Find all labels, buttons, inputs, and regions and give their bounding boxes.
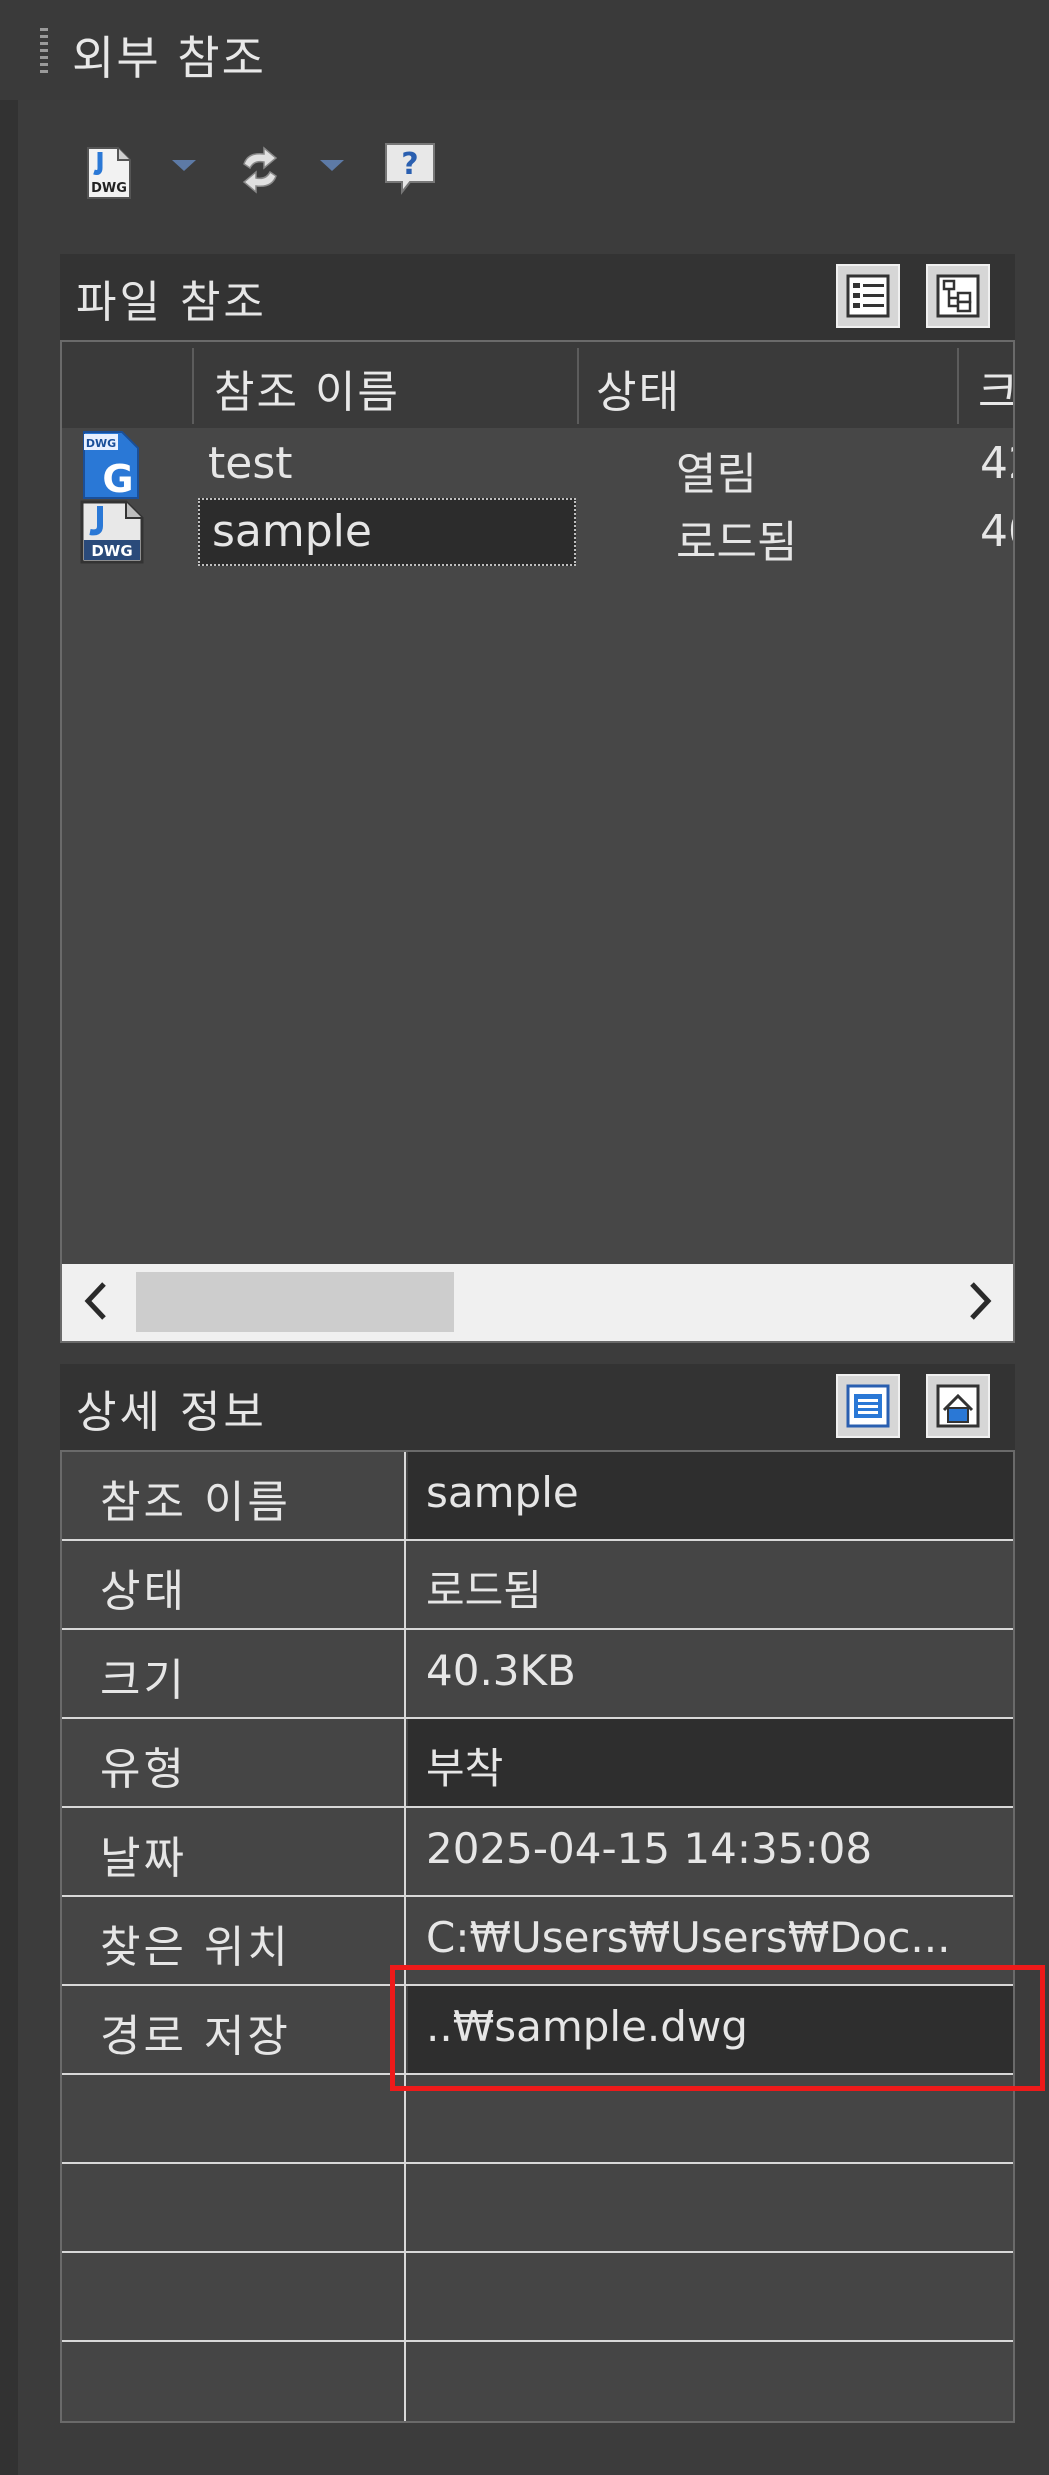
row-reference-name: sample [212,506,372,557]
detail-value[interactable]: C:₩Users₩Users₩Doc... [408,1897,1013,1984]
detail-row-date: 날짜 2025-04-15 14:35:08 [62,1808,1013,1897]
attach-dropdown-arrow-icon[interactable] [172,160,196,171]
detail-value-text: 40.3KB [426,1646,576,1695]
preview-button[interactable] [926,1374,990,1438]
column-separator[interactable] [577,348,579,424]
dwg-file-icon: DWG [78,498,148,570]
detail-row-empty [62,2253,1013,2342]
help-icon[interactable]: ? [380,138,440,198]
svg-text:DWG: DWG [91,542,132,560]
details-title: 상세 정보 [76,1387,267,1438]
detail-key-label: 참조 이름 [100,1477,291,1528]
details-view-button[interactable] [836,1374,900,1438]
scroll-right-icon[interactable] [960,1276,1000,1330]
list-column-header: 참조 이름 상태 크 [62,342,1013,428]
detail-row-empty [62,2164,1013,2253]
detail-row-type: 유형 부착 [62,1719,1013,1808]
detail-key: 유형 [62,1719,406,1806]
detail-key [62,2342,406,2421]
detail-row-reference-name: 참조 이름 sample [62,1452,1013,1541]
detail-value-text: C:₩Users₩Users₩Doc... [426,1913,951,1962]
palette-title: 외부 참조 [72,31,266,85]
detail-key: 상태 [62,1541,406,1628]
detail-value[interactable]: 부착 [408,1719,1013,1806]
detail-row-empty [62,2075,1013,2164]
detail-row-status: 상태 로드됨 [62,1541,1013,1630]
svg-text:DWG: DWG [91,181,127,196]
detail-key-label: 찾은 위치 [100,1922,291,1973]
detail-value-text: 로드됨 [426,1566,542,1615]
detail-value-text: sample [426,1468,579,1517]
row-size: 42 [980,438,1013,489]
row-size: 40 [980,506,1013,557]
detail-row-saved-path: 경로 저장 ..₩sample.dwg [62,1986,1013,2075]
detail-value[interactable]: sample [408,1452,1013,1539]
detail-value [408,2253,1013,2340]
detail-key: 경로 저장 [62,1986,406,2073]
column-separator[interactable] [957,348,959,424]
column-header-status[interactable]: 상태 [596,356,681,420]
row-status: 로드됨 [676,517,798,568]
row-status: 열림 [676,449,757,500]
dwg-file-open-icon: DWG G [78,430,144,504]
detail-row-empty [62,2342,1013,2421]
file-references-header: 파일 참조 [60,254,1015,340]
detail-key-label: 유형 [100,1744,187,1795]
detail-key-label: 크기 [100,1655,187,1706]
horizontal-scrollbar[interactable] [62,1264,1013,1341]
list-row-sample[interactable]: DWG sample 로드됨 40 [62,498,1013,568]
detail-key-label: 상태 [100,1566,187,1617]
detail-key: 찾은 위치 [62,1897,406,1984]
detail-key: 크기 [62,1630,406,1717]
list-view-button[interactable] [836,264,900,328]
file-references-title: 파일 참조 [76,277,267,328]
detail-key-label: 경로 저장 [100,2011,291,2062]
palette-side-strip [0,100,18,2475]
detail-key [62,2253,406,2340]
row-reference-name: test [208,438,293,489]
refresh-dropdown-arrow-icon[interactable] [320,160,344,171]
svg-text:G: G [102,457,133,500]
dwg-attach-icon[interactable]: DWG [80,142,140,202]
details-view-icon [838,1382,898,1430]
detail-key: 참조 이름 [62,1452,406,1539]
details-table: 참조 이름 sample 상태 로드됨 크기 40.3KB 유형 부착 날짜 2… [60,1450,1015,2423]
refresh-icon[interactable] [230,140,290,200]
detail-row-found-at: 찾은 위치 C:₩Users₩Users₩Doc... [62,1897,1013,1986]
detail-row-size: 크기 40.3KB [62,1630,1013,1719]
list-row-test[interactable]: DWG G test 열림 42 [62,430,1013,501]
detail-value-text: 2025-04-15 14:35:08 [426,1824,873,1873]
detail-value [408,2075,1013,2162]
detail-key [62,2075,406,2162]
column-header-size[interactable]: 크 [978,356,1013,420]
detail-value [408,2342,1013,2421]
drag-grip-handle[interactable] [40,28,48,76]
column-separator[interactable] [192,348,194,424]
list-view-icon [838,272,898,320]
tree-view-button[interactable] [926,264,990,328]
tree-view-icon [928,272,988,320]
detail-value: 로드됨 [408,1541,1013,1628]
scroll-left-icon[interactable] [76,1276,116,1330]
details-header: 상세 정보 [60,1364,1015,1450]
detail-value-text: ..₩sample.dwg [426,2002,748,2051]
detail-value [408,2164,1013,2251]
file-references-list[interactable]: 참조 이름 상태 크 DWG G test 열림 42 DWG [60,340,1015,1343]
detail-value[interactable]: ..₩sample.dwg [408,1986,1013,2073]
detail-key: 날짜 [62,1808,406,1895]
svg-text:?: ? [401,147,418,182]
svg-text:DWG: DWG [86,437,116,450]
column-header-reference-name[interactable]: 참조 이름 [214,356,400,420]
detail-value-text: 부착 [426,1744,504,1793]
scrollbar-thumb[interactable] [136,1272,454,1332]
detail-key [62,2164,406,2251]
detail-value: 2025-04-15 14:35:08 [408,1808,1013,1895]
detail-value: 40.3KB [408,1630,1013,1717]
preview-icon [928,1382,988,1430]
detail-key-label: 날짜 [100,1833,187,1884]
